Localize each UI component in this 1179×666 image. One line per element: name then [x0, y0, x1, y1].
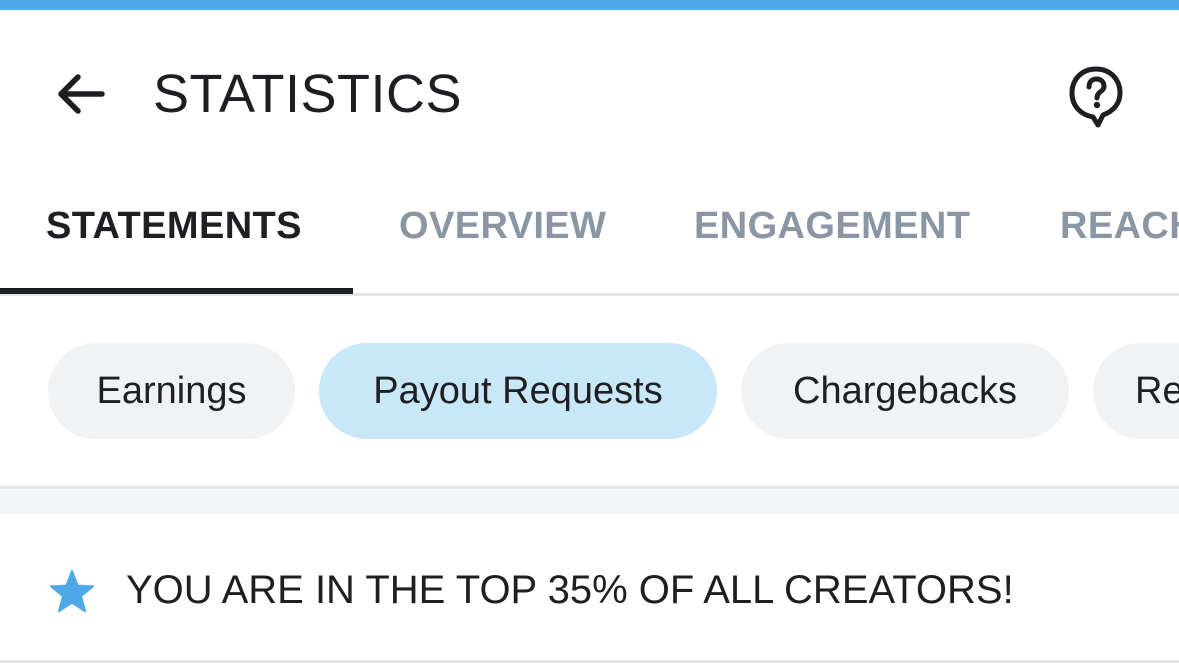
chip-payout-requests[interactable]: Payout Requests — [319, 343, 717, 439]
bottom-divider — [0, 660, 1179, 663]
tab-statements[interactable]: STATEMENTS — [46, 160, 302, 293]
tab-reach[interactable]: REACH — [1060, 160, 1179, 293]
section-divider — [0, 486, 1179, 514]
top-accent-bar — [0, 0, 1179, 10]
chip-chargebacks[interactable]: Chargebacks — [741, 343, 1069, 439]
page-title: STATISTICS — [153, 64, 463, 124]
tab-overview[interactable]: OVERVIEW — [399, 160, 606, 293]
back-button[interactable] — [44, 62, 116, 126]
tab-engagement[interactable]: ENGAGEMENT — [694, 160, 970, 293]
top-creators-banner: YOU ARE IN THE TOP 35% OF ALL CREATORS! — [0, 514, 1179, 666]
banner-message: YOU ARE IN THE TOP 35% OF ALL CREATORS! — [126, 568, 1014, 612]
chip-earnings[interactable]: Earnings — [48, 343, 295, 439]
arrow-left-icon — [58, 74, 105, 114]
question-bubble-icon — [1069, 66, 1123, 128]
tab-bar: STATEMENTS OVERVIEW ENGAGEMENT REACH — [0, 160, 1179, 296]
star-icon — [50, 570, 94, 613]
app-header: STATISTICS — [0, 10, 1179, 160]
help-button[interactable] — [1062, 60, 1130, 132]
active-tab-indicator — [0, 288, 353, 294]
filter-chip-row: Earnings Payout Requests Chargebacks Re — [0, 296, 1179, 486]
chip-partial[interactable]: Re — [1093, 343, 1179, 439]
